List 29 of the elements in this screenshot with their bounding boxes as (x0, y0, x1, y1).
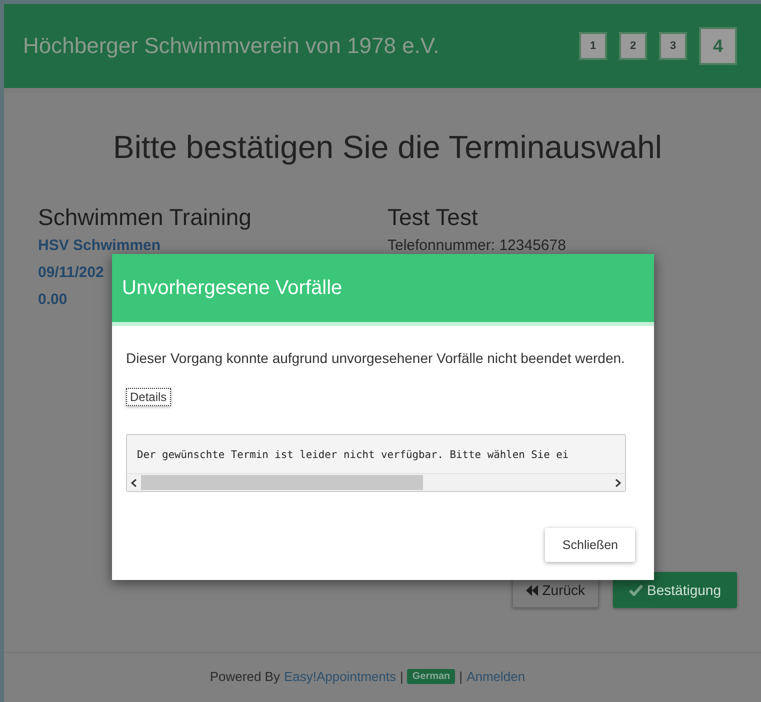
service-heading: Schwimmen Training (38, 204, 252, 231)
scroll-left-icon (131, 478, 137, 486)
dialog-message: Dieser Vorgang konnte aufgrund unvorgesehener Vorfälle nicht beendet werden. (126, 350, 626, 366)
site-title: Höchberger Schwimmverein von 1978 e.V. (23, 33, 440, 59)
customer-detail: Telefonnummer: 12345678 (388, 237, 567, 254)
footer-text: Powered By (210, 668, 280, 684)
confirm-button[interactable]: Bestätigung (613, 572, 737, 608)
close-button[interactable]: Schließen (545, 528, 635, 562)
horizontal-scrollbar[interactable] (127, 473, 625, 491)
language-selector[interactable]: German (407, 668, 456, 684)
details-button[interactable]: Details (126, 388, 171, 406)
checkmark-icon (629, 584, 644, 596)
step-indicator: 1 (579, 32, 607, 60)
separator: | (400, 668, 404, 684)
footer-link[interactable]: Easy!Appointments (284, 668, 396, 684)
double-left-arrow-icon (526, 584, 538, 596)
error-text: Der gewünschte Termin ist leider nicht verfügbar. Bitte wählen Sie ei (136, 448, 570, 463)
step-indicator: 4 (699, 27, 737, 65)
dialog-title: Unvorhergesene Vorfälle (122, 276, 342, 300)
login-link[interactable]: Anmelden (466, 668, 526, 684)
customer-heading: Test Test (388, 204, 479, 231)
page-heading: Bitte bestätigen Sie die Terminauswahl (112, 128, 664, 166)
step-indicator: 3 (659, 32, 687, 60)
appointment-detail: 09/11/202 (38, 264, 104, 283)
separator: | (459, 668, 463, 684)
appointment-detail: 0.00 (38, 291, 68, 310)
appointment-detail: HSV Schwimmen (38, 237, 161, 256)
step-indicator: 2 (619, 32, 647, 60)
scroll-right-icon (615, 478, 621, 486)
